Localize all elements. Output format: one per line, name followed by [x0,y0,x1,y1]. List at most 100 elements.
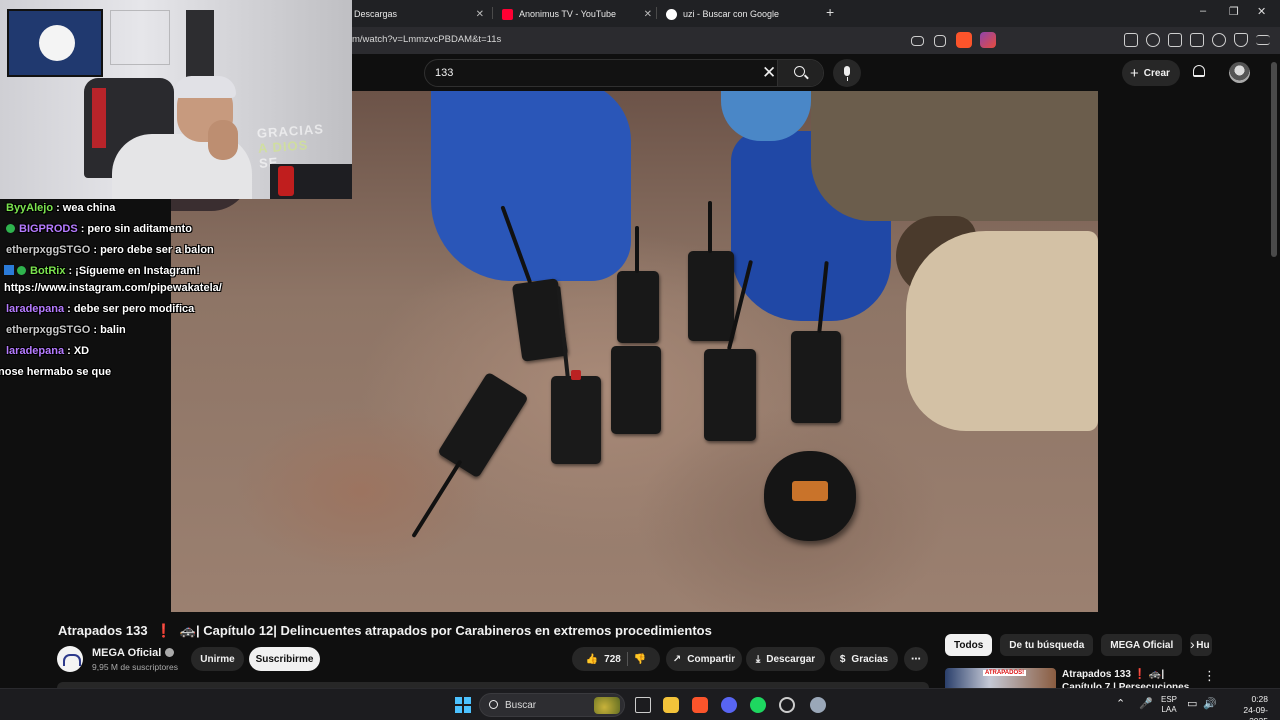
notifications-bell-icon[interactable] [1193,65,1205,77]
search-box[interactable]: 133 ✕ [424,59,824,87]
system-clock[interactable]: 0:28 24-09-2025 [1226,694,1268,720]
tab-anonimus-tv[interactable]: Anonimus TV - YouTube ✕ [502,4,652,24]
windows-start-icon[interactable] [455,697,471,713]
walkie-talkie [611,346,661,434]
officer-arm [811,91,1098,221]
file-explorer-icon[interactable] [663,697,679,713]
join-button[interactable]: Unirme [191,647,244,671]
share-icon[interactable] [934,35,946,47]
search-icon [794,66,805,77]
network-icon[interactable]: ▭ [1187,697,1197,710]
screenshot-icon[interactable] [1124,33,1138,47]
chat-message: nose hermabo se que [0,366,111,378]
create-label: Crear [1143,67,1170,79]
wallet-icon[interactable] [1190,33,1204,47]
clear-search-icon[interactable]: ✕ [762,63,776,83]
steam-icon[interactable] [779,697,795,713]
spotify-icon[interactable] [750,697,766,713]
verified-badge-icon [6,224,15,233]
account-avatar[interactable] [1229,62,1250,83]
music-icon[interactable] [1146,33,1160,47]
chat-message: etherpxggSTGO: pero debe ser a balon [6,244,214,256]
url-field[interactable]: m/watch?v=LmmzvcPBDAM&t=11s [352,34,501,45]
chat-username[interactable]: etherpxggSTGO [6,244,90,256]
more-actions-button[interactable]: ⋯ [904,647,928,671]
tab-separator [492,7,493,19]
chip-de-tu-busqueda[interactable]: De tu búsqueda [1000,634,1094,656]
walkie-talkie [551,286,601,464]
chat-text: : pero debe ser a balon [93,244,214,256]
chat-username[interactable]: BIGPRODS [19,223,78,235]
chat-panel [0,199,171,612]
tab-separator [656,7,657,19]
red-can [278,166,294,196]
task-view-icon[interactable] [635,697,651,713]
restore-button[interactable]: ❐ [1229,5,1239,18]
taskbar-search[interactable]: Buscar [479,693,625,717]
officer-pants [906,231,1098,431]
chip-mega-oficial[interactable]: MEGA Oficial [1101,634,1183,656]
download-button[interactable]: ⤓ Descargar [746,647,825,671]
chat-text: https://www.instagram.com/pipewakatela/ [4,282,222,294]
chip-todos[interactable]: Todos [945,634,993,656]
close-icon[interactable]: ✕ [644,9,652,20]
menu-icon[interactable] [1256,35,1270,45]
create-button[interactable]: + Crear [1122,60,1180,86]
like-count[interactable]: 728 [604,654,621,665]
cast-icon[interactable] [911,36,924,46]
chevron-right-icon[interactable]: › [1190,636,1195,652]
chat-username[interactable]: laradepana [6,345,64,357]
thumbs-down-icon[interactable]: 👎 [634,654,646,665]
search-highlight-image [594,697,620,714]
tab-google-search[interactable]: uzi - Buscar con Google [666,4,816,24]
download-icon: ⤓ [755,653,761,665]
microphone-icon[interactable] [833,59,861,87]
recommended-thumbnail[interactable]: ATRAPADOS! [945,668,1056,688]
leo-ai-icon[interactable] [1212,33,1226,47]
chat-message: laradepana: debe ser pero modifica [6,303,194,315]
subscriber-count: 9,95 M de suscriptores [92,662,178,672]
share-button[interactable]: ↗ Compartir [666,647,742,671]
subscribe-button[interactable]: Suscribirme [249,647,320,671]
new-tab-button[interactable]: + [826,4,834,20]
thanks-button[interactable]: $ Gracias [830,647,898,671]
search-icon [489,700,498,709]
minimize-button[interactable]: – [1200,5,1206,17]
tab-descargas[interactable]: Descargas ✕ [354,4,484,24]
tab-label: Anonimus TV - YouTube [519,9,617,19]
settings-gear-icon[interactable] [810,697,826,713]
search-input[interactable]: 133 [435,67,453,79]
blue-bag-left [431,91,631,281]
radio-charger [764,451,856,541]
walkie-talkie [791,260,841,423]
page-scrollbar[interactable] [1271,62,1277,257]
search-button[interactable] [777,60,823,86]
vpn-shield-icon[interactable] [1234,33,1248,47]
chat-username[interactable]: ByyAlejo [6,202,53,214]
discord-icon[interactable] [721,697,737,713]
microphone-tray-icon[interactable]: 🎤 [1139,697,1153,710]
close-window-button[interactable]: ✕ [1257,5,1266,18]
channel-name[interactable]: MEGA Oficial [92,647,175,659]
language-indicator[interactable]: ESP LAA [1161,695,1177,715]
brave-shield-icon[interactable] [956,32,972,48]
chat-message: ByyAlejo: wea china [6,202,115,214]
chat-text: : pero sin aditamento [80,223,192,235]
chat-text: : wea china [56,202,116,214]
filter-chips: Todos De tu búsqueda MEGA Oficial Hu [945,634,1213,656]
brave-browser-icon[interactable] [692,697,708,713]
channel-avatar[interactable] [57,646,83,672]
sidebar-icon[interactable] [1168,33,1182,47]
brave-rewards-icon[interactable] [980,32,996,48]
recommended-title[interactable]: Atrapados 133 ❗ 🚓| Capítulo 7 | Persecuc… [1062,668,1197,688]
kebab-menu-icon[interactable]: ⋮ [1203,668,1216,684]
chat-username[interactable]: laradepana [6,303,64,315]
close-icon[interactable]: ✕ [476,9,484,20]
chevron-up-icon[interactable]: ⌃ [1116,697,1125,710]
google-icon [666,8,677,20]
chat-username[interactable]: etherpxggSTGO [6,324,90,336]
volume-icon[interactable]: 🔊 [1203,697,1217,710]
walkie-talkie [688,201,734,341]
thumbs-up-icon[interactable]: 👍 [586,654,598,665]
chat-username[interactable]: BotRix [30,265,65,277]
